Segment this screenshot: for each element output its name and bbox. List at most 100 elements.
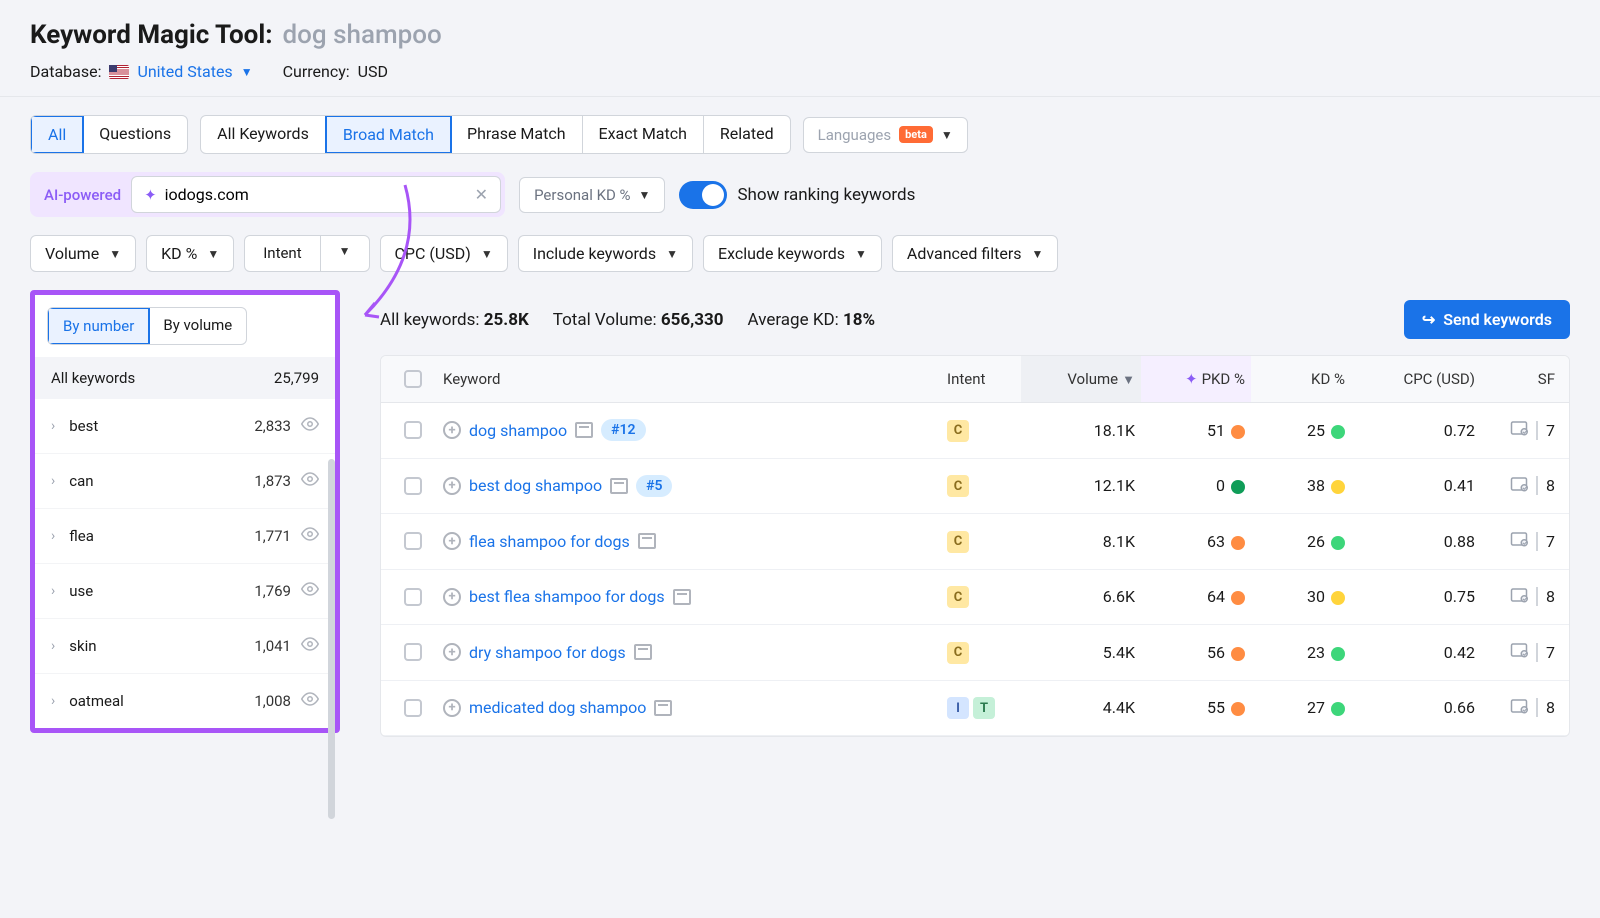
eye-icon[interactable] xyxy=(301,635,319,657)
col-intent[interactable]: Intent xyxy=(941,370,1021,388)
sf-value: 7 xyxy=(1536,532,1555,551)
expand-icon[interactable]: + xyxy=(443,532,461,550)
serp-features-icon[interactable] xyxy=(1510,642,1528,662)
filter-cpc[interactable]: CPC (USD)▼ xyxy=(380,235,508,272)
tab-all-keywords[interactable]: All Keywords xyxy=(201,116,326,153)
send-keywords-button[interactable]: ↪ Send keywords xyxy=(1404,300,1570,339)
serp-features-icon[interactable] xyxy=(1510,587,1528,607)
serp-icon[interactable] xyxy=(654,700,672,716)
domain-input[interactable] xyxy=(165,185,467,204)
chevron-right-icon: › xyxy=(51,638,55,654)
keyword-link[interactable]: dog shampoo xyxy=(469,421,567,440)
keyword-link[interactable]: best dog shampoo xyxy=(469,476,602,495)
eye-icon[interactable] xyxy=(301,415,319,437)
group-name: can xyxy=(69,472,254,490)
row-checkbox[interactable] xyxy=(404,421,422,439)
chevron-down-icon: ▼ xyxy=(639,188,651,202)
filter-intent[interactable]: Intent▼ xyxy=(244,235,369,272)
tab-exact-match[interactable]: Exact Match xyxy=(583,116,704,153)
database-label: Database: xyxy=(30,62,101,81)
serp-features-icon[interactable] xyxy=(1510,476,1528,496)
row-checkbox[interactable] xyxy=(404,643,422,661)
difficulty-dot xyxy=(1331,591,1345,605)
filter-exclude[interactable]: Exclude keywords▼ xyxy=(703,235,882,272)
beta-badge: beta xyxy=(899,126,933,143)
sidebar-item[interactable]: › skin 1,041 xyxy=(35,619,335,674)
expand-icon[interactable]: + xyxy=(443,588,461,606)
sidebar-item[interactable]: › best 2,833 xyxy=(35,399,335,454)
tab-phrase-match[interactable]: Phrase Match xyxy=(451,116,583,153)
intent-badge: C xyxy=(947,475,969,497)
serp-icon[interactable] xyxy=(638,533,656,549)
filter-volume[interactable]: Volume▼ xyxy=(30,235,136,272)
serp-features-icon[interactable] xyxy=(1510,531,1528,551)
keyword-link[interactable]: flea shampoo for dogs xyxy=(469,532,630,551)
keyword-link[interactable]: best flea shampoo for dogs xyxy=(469,587,665,606)
tab-by-number[interactable]: By number xyxy=(47,307,150,345)
tab-questions[interactable]: Questions xyxy=(83,116,187,153)
col-sf[interactable]: SF xyxy=(1481,370,1561,388)
tab-all[interactable]: All xyxy=(30,115,84,154)
summary-total-volume: Total Volume: 656,330 xyxy=(553,310,724,330)
keyword-link[interactable]: dry shampoo for dogs xyxy=(469,643,626,662)
keyword-link[interactable]: medicated dog shampoo xyxy=(469,698,646,717)
filter-kd[interactable]: KD %▼ xyxy=(146,235,234,272)
domain-input-wrapper[interactable]: ✦ ✕ xyxy=(131,176,501,213)
filter-label: Exclude keywords xyxy=(718,244,845,263)
serp-features-icon[interactable] xyxy=(1510,698,1528,718)
filter-advanced[interactable]: Advanced filters▼ xyxy=(892,235,1059,272)
difficulty-dot xyxy=(1331,647,1345,661)
pkd-value: 56 xyxy=(1141,643,1251,662)
col-pkd[interactable]: ✦PKD % xyxy=(1141,356,1251,402)
row-checkbox[interactable] xyxy=(404,477,422,495)
col-cpc[interactable]: CPC (USD) xyxy=(1351,370,1481,388)
scrollbar[interactable] xyxy=(328,459,335,819)
row-checkbox[interactable] xyxy=(404,699,422,717)
us-flag-icon xyxy=(109,65,129,79)
eye-icon[interactable] xyxy=(301,470,319,492)
intent-badge: C xyxy=(947,586,969,608)
personal-kd-dropdown[interactable]: Personal KD % ▼ xyxy=(519,177,665,213)
serp-features-icon[interactable] xyxy=(1510,420,1528,440)
database-selector[interactable]: Database: United States ▼ xyxy=(30,62,253,81)
languages-dropdown[interactable]: Languages beta ▼ xyxy=(803,117,968,153)
tab-by-volume[interactable]: By volume xyxy=(149,308,246,344)
eye-icon[interactable] xyxy=(301,690,319,712)
match-tabs: All Keywords Broad Match Phrase Match Ex… xyxy=(200,115,790,154)
eye-icon[interactable] xyxy=(301,580,319,602)
sf-value: 7 xyxy=(1536,421,1555,440)
serp-icon[interactable] xyxy=(610,478,628,494)
sidebar-all-keywords[interactable]: All keywords 25,799 xyxy=(35,357,335,399)
sidebar-item[interactable]: › can 1,873 xyxy=(35,454,335,509)
summary-all-keywords: All keywords: 25.8K xyxy=(380,310,529,330)
sidebar-item[interactable]: › flea 1,771 xyxy=(35,509,335,564)
clear-icon[interactable]: ✕ xyxy=(475,185,488,204)
select-all-checkbox[interactable] xyxy=(404,370,422,388)
col-kd[interactable]: KD % xyxy=(1251,370,1351,388)
ranking-keywords-toggle[interactable] xyxy=(679,181,727,209)
tab-related[interactable]: Related xyxy=(704,116,790,153)
group-name: oatmeal xyxy=(69,692,254,710)
sidebar-item[interactable]: › use 1,769 xyxy=(35,564,335,619)
expand-icon[interactable]: + xyxy=(443,699,461,717)
volume-value: 12.1K xyxy=(1021,476,1141,495)
col-volume[interactable]: Volume▼ xyxy=(1021,356,1141,402)
serp-icon[interactable] xyxy=(673,589,691,605)
col-keyword[interactable]: Keyword xyxy=(437,370,941,388)
expand-icon[interactable]: + xyxy=(443,643,461,661)
pkd-value: 63 xyxy=(1141,532,1251,551)
eye-icon[interactable] xyxy=(301,525,319,547)
sidebar-item[interactable]: › oatmeal 1,008 xyxy=(35,674,335,728)
difficulty-dot xyxy=(1231,591,1245,605)
pkd-value: 64 xyxy=(1141,587,1251,606)
expand-icon[interactable]: + xyxy=(443,477,461,495)
filter-include[interactable]: Include keywords▼ xyxy=(518,235,693,272)
table-row: + dry shampoo for dogs C 5.4K 56 23 0.42… xyxy=(381,625,1569,681)
serp-icon[interactable] xyxy=(634,644,652,660)
sf-value: 8 xyxy=(1536,698,1555,717)
serp-icon[interactable] xyxy=(575,422,593,438)
row-checkbox[interactable] xyxy=(404,532,422,550)
expand-icon[interactable]: + xyxy=(443,421,461,439)
tab-broad-match[interactable]: Broad Match xyxy=(325,115,452,154)
row-checkbox[interactable] xyxy=(404,588,422,606)
